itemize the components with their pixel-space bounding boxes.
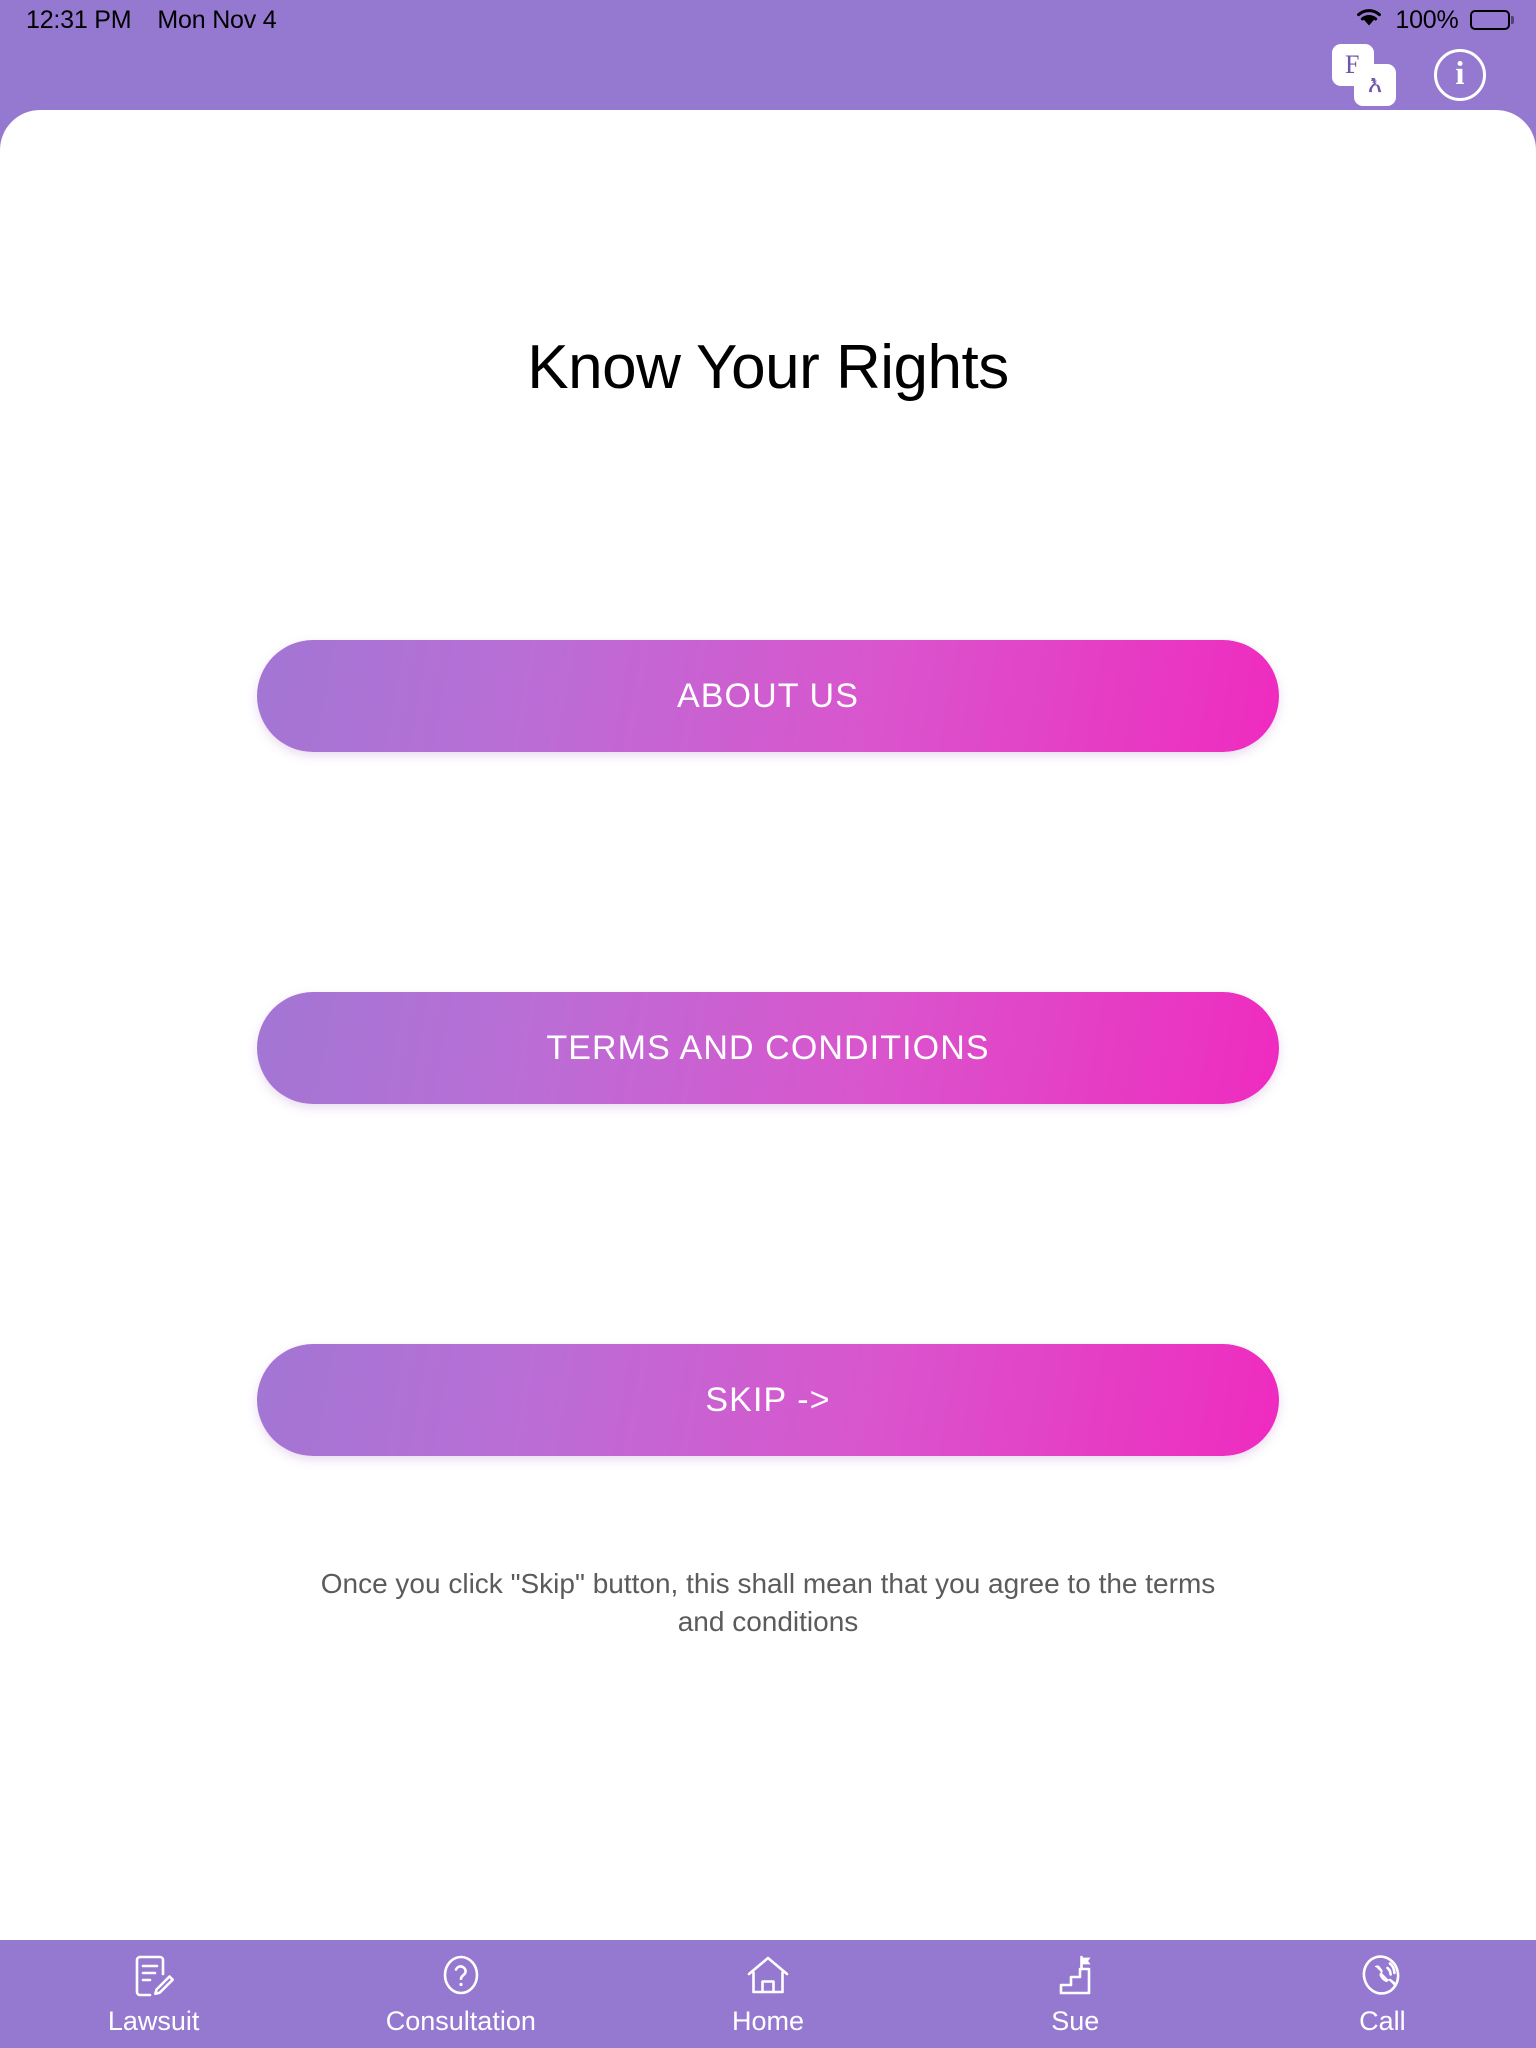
status-date: Mon Nov 4	[157, 5, 277, 34]
about-us-button[interactable]: ABOUT US	[257, 640, 1279, 752]
status-time: 12:31 PM	[26, 5, 132, 34]
nav-item-consultation[interactable]: Consultation	[307, 1953, 614, 2035]
stairs-flag-icon	[1053, 1953, 1097, 1999]
phone-waves-icon	[1359, 1953, 1405, 1999]
nav-item-lawsuit[interactable]: Lawsuit	[0, 1953, 307, 2035]
skip-disclaimer-text: Once you click "Skip" button, this shall…	[320, 1568, 1216, 1637]
terms-and-conditions-button[interactable]: TERMS AND CONDITIONS	[257, 992, 1279, 1104]
language-toggle-icon[interactable]: E እ	[1332, 44, 1396, 106]
home-icon	[745, 1953, 791, 1999]
battery-full-icon	[1469, 10, 1514, 30]
question-circle-icon	[439, 1953, 483, 1999]
language-tile-amharic: እ	[1354, 64, 1396, 106]
nav-item-home[interactable]: Home	[614, 1953, 921, 2035]
info-icon[interactable]: i	[1434, 49, 1486, 101]
nav-label-sue: Sue	[1051, 2006, 1100, 2036]
nav-item-sue[interactable]: Sue	[922, 1953, 1229, 2035]
page-title: Know Your Rights	[527, 333, 1009, 402]
status-bar-left: 12:31 PM Mon Nov 4	[26, 6, 277, 35]
action-button-stack: ABOUT US TERMS AND CONDITIONS SKIP ->	[0, 640, 1536, 1456]
wifi-icon	[1354, 6, 1384, 35]
nav-label-home: Home	[731, 2006, 805, 2036]
status-bar-right: 100%	[1354, 6, 1514, 35]
content-card: Know Your Rights ABOUT US TERMS AND COND…	[0, 110, 1536, 1940]
nav-label-call: Call	[1359, 2006, 1406, 2036]
battery-percent-label: 100%	[1395, 5, 1459, 34]
bottom-navigation-bar: Lawsuit Consultation Home Sue Call	[0, 1940, 1536, 2048]
status-bar: 12:31 PM Mon Nov 4 100%	[0, 0, 1536, 40]
nav-label-consultation: Consultation	[385, 2006, 536, 2036]
skip-button[interactable]: SKIP ->	[257, 1344, 1279, 1456]
document-pencil-icon	[132, 1953, 176, 1999]
nav-item-call[interactable]: Call	[1229, 1953, 1536, 2035]
app-header: E እ i	[0, 40, 1536, 110]
nav-label-lawsuit: Lawsuit	[107, 2006, 200, 2036]
